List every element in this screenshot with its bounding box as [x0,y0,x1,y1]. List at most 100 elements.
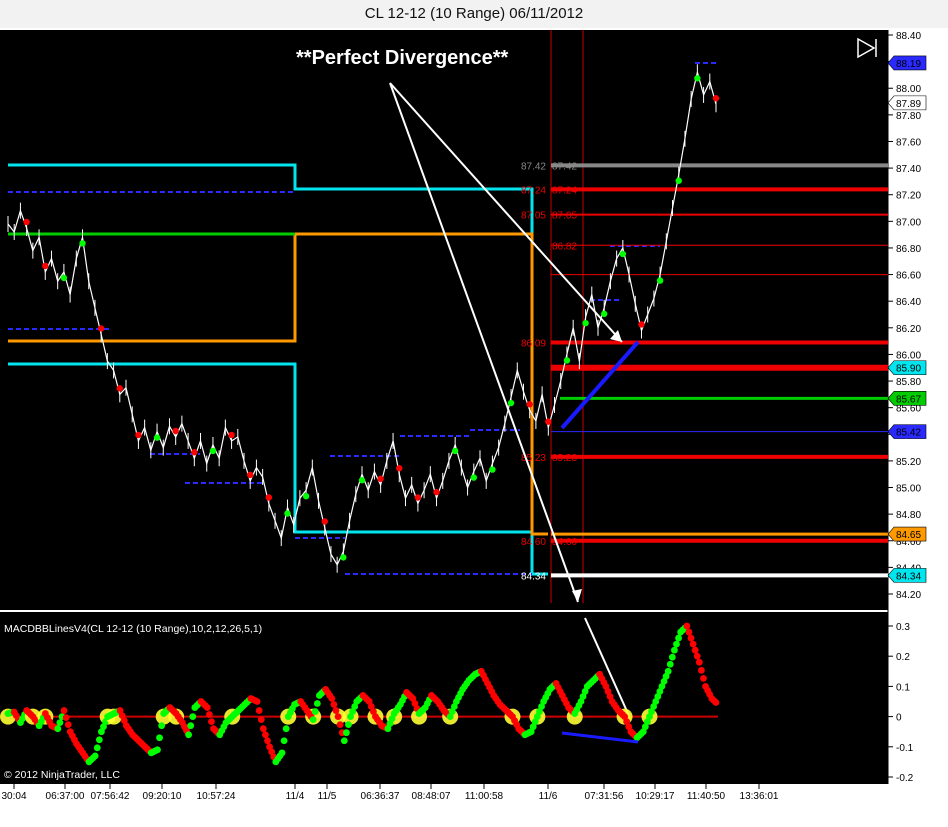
macd-dot [332,707,340,714]
signal-dot [619,250,627,258]
indicator-tick-label: 0 [896,713,902,724]
macd-dot [154,746,161,754]
price-tick-label: 86.80 [896,244,921,255]
price-tick-label: 86.40 [896,297,921,308]
time-tick-label: 06:37:00 [46,791,85,802]
macd-dot [282,725,290,733]
macd-dot [689,640,697,648]
price-marker: 84.34 [887,568,927,583]
level-label: 87.42 [521,161,546,172]
signal-dot [321,518,328,525]
macd-dot [671,646,678,654]
price-tick-label: 86.60 [896,271,921,282]
level-label: 85.23 [552,453,577,464]
signal-dot [470,474,477,481]
indicator-tick-label: -0.1 [896,743,914,754]
signal-dot [414,494,422,501]
price-marker-label: 85.67 [896,394,921,405]
level-label: 87.24 [552,185,577,196]
signal-dot [172,427,179,435]
chart-canvas[interactable]: 87.42 87.24 87.05 86.09 85.23 84.60 84.34 87.42… [0,28,948,827]
signal-dot [638,321,645,328]
macd-dot [328,695,336,702]
macd-dot [695,658,703,666]
macd-dot [158,722,166,730]
price-tick-label: 84.20 [896,590,921,601]
macd-dot [700,674,707,682]
signal-dot [265,494,273,501]
price-marker: 85.90 [887,360,927,376]
macd-dot [259,725,267,733]
level-label: 87.24 [521,185,546,196]
signal-dot [135,431,142,439]
level-label: 86.82 [552,241,577,252]
signal-dot [377,475,384,483]
signal-dot [451,447,459,455]
signal-dot [340,554,347,561]
price-marker-label: 85.90 [896,364,921,375]
macd-dot [313,700,321,707]
signal-dot [526,401,533,408]
level-label: 86.09 [521,338,546,349]
macd-dot [309,716,317,724]
macd-dot [253,698,261,705]
macd-dot [280,737,288,745]
copyright-text: © 2012 NinjaTrader, LLC [4,769,120,781]
signal-dot [712,95,720,102]
signal-dot [116,385,123,392]
annotation-label: **Perfect Divergence** [296,47,509,69]
time-tick-label: 11:40:50 [687,791,726,802]
price-tick-label: 87.40 [896,164,921,175]
macd-dot [340,737,348,745]
price-marker: 84.65 [887,526,927,542]
price-marker: 87.89 [887,95,927,111]
macd-dot [683,622,691,630]
price-tick-label: 87.20 [896,191,921,202]
macd-dot [93,744,101,752]
time-tick-label: 07:31:56 [585,791,624,802]
price-marker: 85.67 [887,391,927,406]
macd-dot [664,667,672,675]
signal-dot [507,399,515,407]
signal-dot [23,218,30,226]
macd-dot [342,729,350,737]
price-tick-label: 87.00 [896,217,921,228]
signal-dot [302,492,310,500]
price-marker-label: 84.34 [896,571,921,582]
price-tick-label: 85.20 [896,457,921,468]
macd-dot [264,737,271,745]
signal-dot [601,310,608,318]
macd-dot [668,653,676,661]
macd-dot [208,718,215,726]
time-tick-label: 09:20:10 [143,791,182,802]
price-tick-label: 85.00 [896,484,921,495]
macd-dot [257,716,265,724]
price-tick-label: 86.00 [896,350,921,361]
signal-dot [656,277,664,284]
signal-dot [582,319,589,327]
signal-dot [545,418,552,425]
macd-dot [697,666,705,674]
signal-dot [694,75,701,82]
signal-dot [358,477,366,484]
macd-dot [64,721,72,729]
time-tick-label: 10:29:17 [636,791,675,802]
macd-dot [336,721,344,729]
signal-dot [247,471,254,479]
signal-dot [79,240,86,247]
time-tick-label: 08:48:07 [412,791,451,802]
level-label: 87.05 [552,211,577,222]
macd-dot [687,634,695,642]
indicator-tick-label: 0.2 [896,652,910,663]
macd-dot [185,731,193,739]
chart-title: CL 12-12 (10 Range) 06/11/2012 [0,0,948,28]
time-tick-label: 11/5 [318,791,337,802]
macd-dot [675,634,682,642]
price-marker: 88.19 [887,55,927,71]
time-tick-label: 30:04 [1,791,26,802]
price-marker-label: 84.65 [896,530,921,541]
time-tick-label: 06:36:37 [361,791,400,802]
time-tick-label: 07:56:42 [91,791,130,802]
price-tick-label: 86.20 [896,324,921,335]
macd-dot [693,652,701,660]
